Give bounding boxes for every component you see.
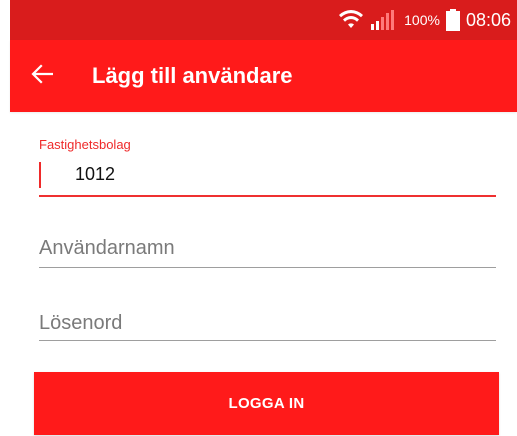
company-field-value: 1012 [75,164,116,184]
app-bar: Lägg till användare [10,40,517,112]
arrow-left-icon [31,63,54,89]
signal-icon [370,9,398,31]
company-field[interactable]: Fastighetsbolag 1012 [39,137,496,199]
text-cursor [39,162,41,188]
back-button[interactable] [10,40,74,112]
battery-percent: 100% [404,12,440,28]
battery-icon [445,9,460,31]
screen: 100% 08:06 Lägg till användare Fastighet… [0,0,517,436]
login-button[interactable]: LOGGA IN [34,372,499,435]
status-bar: 100% 08:06 [10,0,517,40]
password-placeholder: Lösenord [39,312,123,334]
username-field[interactable]: Användarnamn [39,235,496,271]
username-field-underline [39,267,496,268]
clock: 08:06 [465,9,511,30]
status-bar-right: 100% 08:06 [338,0,511,40]
page-title: Lägg till användare [92,63,293,88]
company-field-underline [39,195,496,197]
wifi-icon [338,10,364,30]
username-placeholder: Användarnamn [39,237,175,259]
password-field[interactable]: Lösenord [39,310,496,346]
password-field-underline [39,340,496,341]
company-field-label: Fastighetsbolag [39,137,131,152]
